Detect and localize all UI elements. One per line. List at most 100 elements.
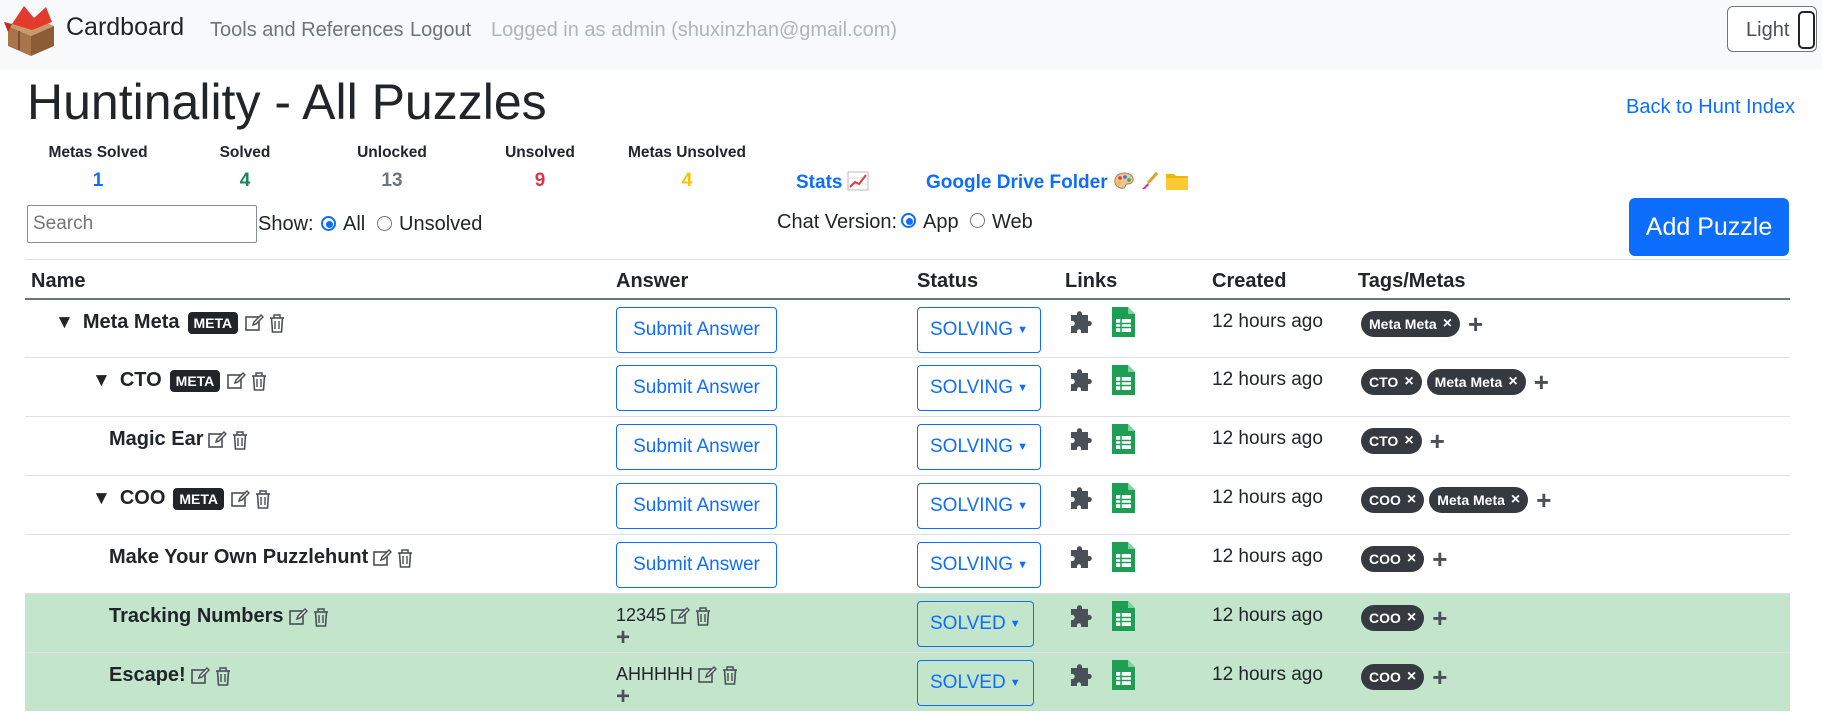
puzzle-page-icon[interactable] (1068, 541, 1098, 571)
back-to-hunt-index-link[interactable]: Back to Hunt Index (1626, 96, 1795, 119)
puzzle-name[interactable]: COO (120, 487, 166, 510)
puzzle-name[interactable]: Magic Ear (109, 428, 203, 451)
add-answer-icon[interactable]: + (616, 683, 630, 711)
submit-answer-button[interactable]: Submit Answer (616, 424, 777, 470)
puzzle-page-icon[interactable] (1068, 659, 1098, 689)
edit-icon[interactable] (288, 607, 308, 627)
tag-pill[interactable]: COO × (1361, 664, 1425, 690)
submit-answer-button[interactable]: Submit Answer (616, 307, 777, 353)
edit-icon[interactable] (226, 371, 247, 391)
trash-icon[interactable] (694, 606, 712, 626)
add-tag-icon[interactable]: + (1430, 428, 1445, 454)
add-tag-icon[interactable]: + (1432, 664, 1447, 690)
puzzle-name[interactable]: Escape! (109, 664, 186, 687)
add-tag-icon[interactable]: + (1536, 487, 1551, 513)
spreadsheet-icon[interactable] (1110, 306, 1136, 338)
trash-icon[interactable] (214, 666, 232, 686)
status-dropdown[interactable]: SOLVING ▼ (917, 307, 1041, 353)
remove-tag-icon[interactable]: × (1404, 373, 1413, 391)
status-dropdown[interactable]: SOLVED ▼ (917, 601, 1034, 647)
puzzle-name[interactable]: Meta Meta (83, 311, 180, 334)
edit-icon[interactable] (207, 430, 228, 450)
tag-pill[interactable]: COO × (1361, 605, 1425, 631)
add-answer-icon[interactable]: + (616, 624, 630, 652)
trash-icon[interactable] (250, 371, 268, 391)
collapse-caret-icon[interactable]: ▼ (92, 488, 111, 510)
spreadsheet-icon[interactable] (1110, 659, 1136, 691)
remove-tag-icon[interactable]: × (1508, 373, 1517, 391)
remove-tag-icon[interactable]: × (1407, 550, 1416, 568)
chat-app-radio[interactable] (901, 213, 916, 228)
header-status[interactable]: Status (917, 270, 978, 293)
chat-app-label[interactable]: App (923, 211, 959, 234)
spreadsheet-icon[interactable] (1110, 482, 1136, 514)
stats-link[interactable]: Stats (796, 171, 869, 194)
header-name[interactable]: Name (31, 270, 85, 293)
chat-web-radio[interactable] (970, 213, 985, 228)
spreadsheet-icon[interactable] (1110, 600, 1136, 632)
collapse-caret-icon[interactable]: ▼ (55, 312, 74, 334)
header-answer[interactable]: Answer (616, 270, 688, 293)
status-dropdown[interactable]: SOLVING ▼ (917, 483, 1041, 529)
google-drive-folder-link[interactable]: Google Drive Folder (926, 171, 1189, 194)
add-puzzle-button[interactable]: Add Puzzle (1629, 198, 1789, 256)
remove-tag-icon[interactable]: × (1443, 315, 1452, 333)
tag-pill[interactable]: CTO × (1361, 428, 1422, 454)
search-input[interactable] (27, 205, 257, 243)
trash-icon[interactable] (254, 489, 272, 509)
tag-pill[interactable]: COO × (1361, 546, 1425, 572)
trash-icon[interactable] (231, 430, 249, 450)
trash-icon[interactable] (268, 313, 286, 333)
edit-icon[interactable] (372, 548, 393, 568)
edit-icon[interactable] (230, 489, 250, 509)
spreadsheet-icon[interactable] (1110, 364, 1136, 396)
theme-toggle-button[interactable]: Light (1727, 6, 1817, 52)
status-dropdown[interactable]: SOLVING ▼ (917, 365, 1041, 411)
show-all-label[interactable]: All (343, 213, 365, 236)
puzzle-name[interactable]: CTO (120, 369, 162, 392)
tools-references-link[interactable]: Tools and References (210, 19, 403, 42)
status-dropdown[interactable]: SOLVING ▼ (917, 542, 1041, 588)
add-tag-icon[interactable]: + (1534, 369, 1549, 395)
tag-pill[interactable]: Meta Meta × (1361, 311, 1461, 337)
edit-icon[interactable] (244, 313, 265, 333)
remove-tag-icon[interactable]: × (1407, 668, 1416, 686)
trash-icon[interactable] (312, 607, 330, 627)
puzzle-page-icon[interactable] (1068, 600, 1098, 630)
remove-tag-icon[interactable]: × (1407, 491, 1416, 509)
add-tag-icon[interactable]: + (1468, 311, 1483, 337)
tag-pill[interactable]: Meta Meta × (1429, 487, 1529, 513)
cardboard-box-logo-icon[interactable] (2, 4, 60, 56)
puzzle-page-icon[interactable] (1068, 364, 1098, 394)
edit-icon[interactable] (697, 665, 718, 685)
collapse-caret-icon[interactable]: ▼ (92, 370, 111, 392)
tag-pill[interactable]: Meta Meta × (1426, 369, 1526, 395)
remove-tag-icon[interactable]: × (1511, 491, 1520, 509)
puzzle-page-icon[interactable] (1068, 482, 1098, 512)
chat-web-label[interactable]: Web (992, 211, 1033, 234)
spreadsheet-icon[interactable] (1110, 541, 1136, 573)
show-unsolved-label[interactable]: Unsolved (399, 213, 482, 236)
puzzle-name[interactable]: Tracking Numbers (109, 605, 284, 628)
puzzle-page-icon[interactable] (1068, 306, 1098, 336)
trash-icon[interactable] (396, 548, 414, 568)
show-all-radio[interactable] (321, 216, 336, 231)
puzzle-page-icon[interactable] (1068, 423, 1098, 453)
add-tag-icon[interactable]: + (1432, 546, 1447, 572)
trash-icon[interactable] (721, 665, 739, 685)
status-dropdown[interactable]: SOLVED ▼ (917, 660, 1034, 706)
remove-tag-icon[interactable]: × (1407, 609, 1416, 627)
submit-answer-button[interactable]: Submit Answer (616, 365, 777, 411)
show-unsolved-radio[interactable] (377, 216, 392, 231)
brand-name[interactable]: Cardboard (66, 13, 184, 42)
edit-icon[interactable] (190, 666, 210, 686)
puzzle-name[interactable]: Make Your Own Puzzlehunt (109, 546, 368, 569)
tag-pill[interactable]: COO × (1361, 487, 1425, 513)
edit-icon[interactable] (670, 606, 691, 626)
add-tag-icon[interactable]: + (1432, 605, 1447, 631)
submit-answer-button[interactable]: Submit Answer (616, 542, 777, 588)
status-dropdown[interactable]: SOLVING ▼ (917, 424, 1041, 470)
submit-answer-button[interactable]: Submit Answer (616, 483, 777, 529)
remove-tag-icon[interactable]: × (1404, 432, 1413, 450)
spreadsheet-icon[interactable] (1110, 423, 1136, 455)
